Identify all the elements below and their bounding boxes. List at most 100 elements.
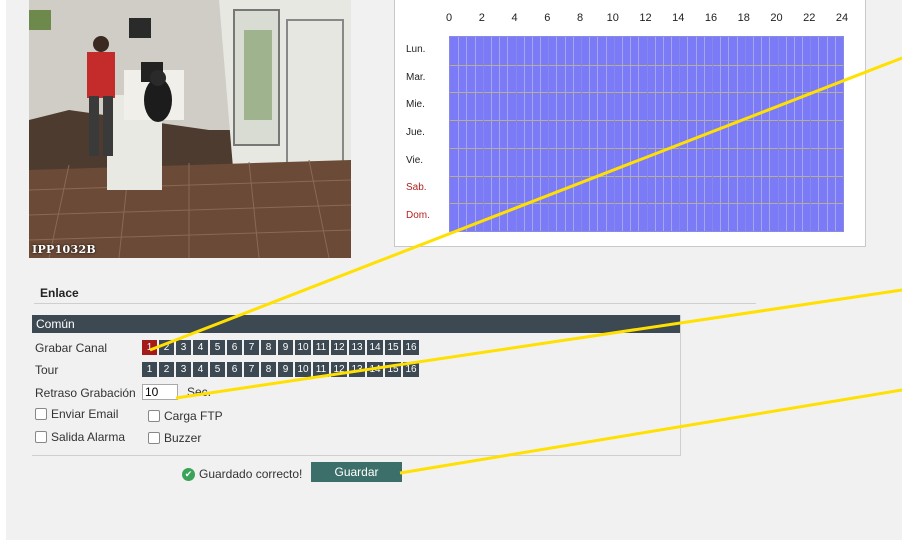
grid-column-divider — [695, 37, 697, 231]
tour-channel-4[interactable]: 4 — [193, 362, 208, 377]
save-button[interactable]: Guardar — [311, 462, 402, 482]
grid-column-divider — [474, 37, 476, 231]
send-email-option[interactable]: Enviar Email — [35, 407, 118, 421]
grid-column-divider — [597, 37, 599, 231]
grid-column-divider — [793, 37, 795, 231]
record-channel-9[interactable]: 9 — [278, 340, 293, 355]
record-channel-5[interactable]: 5 — [210, 340, 225, 355]
record-channel-16[interactable]: 16 — [403, 340, 419, 355]
success-check-icon: ✔ — [182, 467, 195, 481]
tour-channel-10[interactable]: 10 — [295, 362, 311, 377]
grid-column-divider — [507, 37, 509, 231]
common-settings-box: Común Grabar Canal 1 2 3 4 5 6 7 8 9 10 11 12 13 14 15… — [32, 315, 681, 456]
record-channel-10[interactable]: 10 — [295, 340, 311, 355]
camera-scene-image — [29, 0, 351, 258]
grid-column-divider — [482, 37, 484, 231]
tour-channel-6[interactable]: 6 — [227, 362, 242, 377]
day-label-2: Mie. — [406, 99, 425, 111]
tour-channel-11[interactable]: 11 — [313, 362, 329, 377]
day-label-4: Vie. — [406, 154, 424, 166]
record-channel-label: Grabar Canal — [35, 341, 108, 355]
tour-channel-9[interactable]: 9 — [278, 362, 293, 377]
hour-label-18: 18 — [737, 12, 750, 24]
hour-label-10: 10 — [606, 12, 619, 24]
tour-channel-12[interactable]: 12 — [331, 362, 347, 377]
save-status: ✔ Guardado correcto! — [182, 467, 302, 481]
grid-column-divider — [662, 37, 664, 231]
record-channel-4[interactable]: 4 — [193, 340, 208, 355]
grid-column-divider — [531, 37, 533, 231]
hour-label-16: 16 — [704, 12, 718, 24]
day-label-0: Lun. — [406, 43, 426, 55]
record-channel-2[interactable]: 2 — [159, 340, 174, 355]
schedule-grid[interactable] — [449, 36, 844, 232]
grid-column-divider — [499, 37, 501, 231]
tour-channel-5[interactable]: 5 — [210, 362, 225, 377]
hour-label-2: 2 — [478, 12, 485, 24]
grid-column-divider — [785, 37, 787, 231]
grid-column-divider — [687, 37, 689, 231]
save-status-text: Guardado correcto! — [199, 467, 303, 481]
ftp-upload-checkbox[interactable] — [148, 410, 160, 422]
ftp-upload-label: Carga FTP — [164, 409, 223, 423]
grid-column-divider — [769, 37, 771, 231]
tour-channel-buttons: 1 2 3 4 5 6 7 8 9 10 11 12 13 14 15 16 — [142, 362, 421, 379]
record-channel-11[interactable]: 11 — [313, 340, 329, 355]
camera-label: IPP1032B — [32, 243, 97, 256]
record-delay-label: Retraso Grabación — [35, 386, 136, 400]
grid-column-divider — [671, 37, 673, 231]
send-email-checkbox[interactable] — [35, 408, 47, 420]
tour-channel-2[interactable]: 2 — [159, 362, 174, 377]
record-channel-buttons: 1 2 3 4 5 6 7 8 9 10 11 12 13 14 15 16 — [142, 340, 421, 357]
day-label-1: Mar. — [406, 71, 426, 83]
grid-column-divider — [556, 37, 558, 231]
section-title: Enlace — [40, 286, 79, 300]
buzzer-checkbox[interactable] — [148, 432, 160, 444]
common-header: Común — [32, 315, 680, 333]
alarm-out-checkbox[interactable] — [35, 431, 47, 443]
record-channel-8[interactable]: 8 — [261, 340, 276, 355]
grid-column-divider — [540, 37, 542, 231]
grid-column-divider — [712, 37, 713, 231]
buzzer-option[interactable]: Buzzer — [148, 431, 201, 445]
alarm-out-label: Salida Alarma — [51, 430, 126, 444]
hour-label-22: 22 — [803, 12, 816, 24]
record-channel-15[interactable]: 15 — [385, 340, 401, 355]
grid-column-divider — [728, 37, 730, 231]
record-delay-input[interactable] — [142, 384, 178, 400]
record-channel-7[interactable]: 7 — [244, 340, 259, 355]
hour-label-14: 14 — [672, 12, 685, 24]
grid-column-divider — [564, 37, 566, 231]
send-email-label: Enviar Email — [51, 407, 119, 421]
tour-channel-7[interactable]: 7 — [244, 362, 259, 377]
tour-channel-13[interactable]: 13 — [349, 362, 365, 377]
ftp-upload-option[interactable]: Carga FTP — [148, 409, 223, 423]
grid-column-divider — [638, 37, 640, 231]
recording-schedule: 0 2 4 6 8 10 12 14 16 18 20 22 24 Lun. Mar. Mie. Jue. Vie… — [394, 0, 866, 247]
hour-label-8: 8 — [576, 12, 584, 24]
tour-channel-8[interactable]: 8 — [261, 362, 276, 377]
record-channel-1[interactable]: 1 — [142, 340, 157, 355]
tour-channel-3[interactable]: 3 — [176, 362, 191, 377]
tour-channel-1[interactable]: 1 — [142, 362, 157, 377]
grid-column-divider — [703, 37, 705, 231]
tour-channel-14[interactable]: 14 — [367, 362, 383, 377]
grid-column-divider — [802, 37, 804, 231]
tour-channel-15[interactable]: 15 — [385, 362, 401, 377]
grid-column-divider — [613, 37, 615, 231]
alarm-out-option[interactable]: Salida Alarma — [35, 430, 125, 444]
tour-channel-16[interactable]: 16 — [403, 362, 419, 377]
grid-column-divider — [752, 37, 754, 231]
record-channel-12[interactable]: 12 — [331, 340, 347, 355]
hour-label-4: 4 — [511, 12, 518, 24]
day-label-3: Jue. — [406, 127, 425, 138]
record-channel-13[interactable]: 13 — [349, 340, 365, 355]
grid-column-divider — [621, 37, 623, 231]
grid-column-divider — [834, 37, 836, 231]
grid-column-divider — [810, 37, 812, 231]
grid-column-divider — [736, 37, 738, 231]
record-channel-6[interactable]: 6 — [227, 340, 242, 355]
day-label-6: Dom. — [406, 210, 430, 222]
record-channel-14[interactable]: 14 — [367, 340, 383, 355]
record-channel-3[interactable]: 3 — [176, 340, 191, 355]
